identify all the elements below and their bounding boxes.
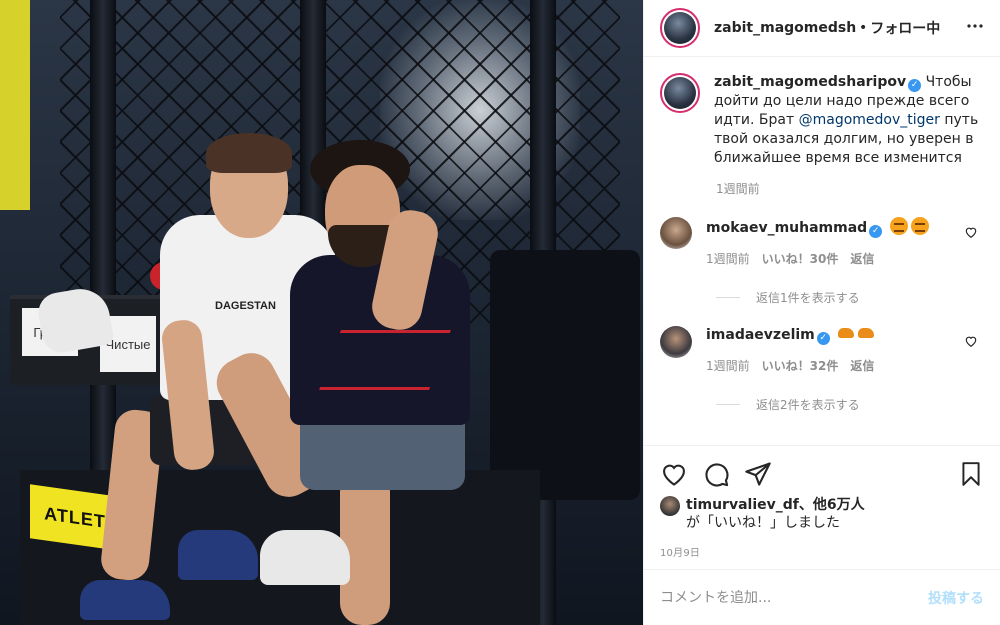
post-photo[interactable]: Грязь Чистые ATLETIC DAGESTAN [0,0,643,625]
avatar[interactable] [660,8,700,48]
comment-reply-button[interactable]: 返信 [850,250,874,267]
add-comment-bar: 投稿する [644,569,1000,625]
post-header: zabit_magomedsharipov • フォロー中 [644,0,1000,57]
comment-username[interactable]: mokaev_muhammad [706,220,867,236]
comment-time[interactable]: 1週間前 [706,357,750,374]
avatar-image [664,77,696,109]
shirt-stripe [319,330,451,390]
person-left-shoe [80,580,170,620]
liked-by-others[interactable]: 、他6万人 [799,497,865,513]
comment-item: mokaev_muhammad ✓ 1週間前 いいね！30件 返信 [660,217,984,267]
view-replies-button[interactable]: 返信2件を表示する [716,396,984,413]
tiger-emoji-icon [889,217,908,235]
yellow-wall [0,0,30,210]
replies-divider [716,297,740,298]
liked-by-text: timurvaliev_df、他6万人 が「いいね！」しました [686,496,865,532]
liked-by-username[interactable]: timurvaliev_df [686,497,799,513]
like-heart-icon[interactable] [660,460,688,488]
caption-text: zabit_magomedsharipov ✓ Чтобы дойти до це… [714,73,984,168]
follow-status-button[interactable]: フォロー中 [870,18,940,38]
avatar[interactable] [660,217,692,249]
avatar[interactable] [660,496,680,516]
verified-badge-icon: ✓ [869,225,883,238]
view-replies-button[interactable]: 返信1件を表示する [716,289,984,306]
verified-badge-icon: ✓ [908,79,922,92]
comment-body: mokaev_muhammad ✓ 1週間前 いいね！30件 返信 [706,217,984,267]
view-replies-label: 返信2件を表示する [756,398,860,412]
view-replies-label: 返信1件を表示する [756,291,860,305]
action-icons [660,454,984,494]
tiger-emoji-icon [838,328,855,338]
liked-by: timurvaliev_df、他6万人 が「いいね！」しました [660,496,984,532]
post-actions: timurvaliev_df、他6万人 が「いいね！」しました 10月9日 [644,445,1000,559]
comment-meta: 1週間前 いいね！32件 返信 [706,357,984,374]
shirt-text: DAGESTAN [215,300,276,312]
comment-like-heart-icon[interactable] [964,225,978,239]
comment-username[interactable]: imadaevzelim [706,327,815,343]
comment-like-heart-icon[interactable] [964,334,978,348]
person-left-hair [206,133,292,173]
avatar[interactable] [660,326,692,358]
comments-list[interactable]: zabit_magomedsharipov ✓ Чтобы дойти до це… [644,57,1000,445]
comment-meta: 1週間前 いいね！30件 返信 [706,250,984,267]
avatar[interactable] [660,73,700,113]
replies-divider [716,404,740,405]
separator-dot: • [859,20,868,36]
comment-line: imadaevzelim ✓ [706,326,984,345]
comment-body: imadaevzelim ✓ 1週間前 いいね！32件 返信 [706,326,984,374]
caption-mention[interactable]: @magomedov_tiger [799,112,940,128]
bookmark-icon[interactable] [958,460,984,488]
person-left-shoe [178,530,258,580]
share-paper-plane-icon[interactable] [744,460,772,488]
cage-pad [490,250,640,500]
more-options-icon[interactable] [966,17,984,40]
post-comment-button[interactable]: 投稿する [928,588,984,608]
header-username[interactable]: zabit_magomedsharipov [714,20,856,36]
tiger-emoji-icon [910,217,929,235]
comment-line: mokaev_muhammad ✓ [706,217,984,238]
verified-badge-icon: ✓ [816,332,830,345]
caption-username[interactable]: zabit_magomedsharipov [714,74,906,90]
comment-likes[interactable]: いいね！32件 [762,357,839,374]
comment-reply-button[interactable]: 返信 [850,357,874,374]
person-right-shoe [260,530,350,585]
comment-likes[interactable]: いいね！30件 [762,250,839,267]
comment-input[interactable] [660,589,928,606]
comment-item: imadaevzelim ✓ 1週間前 いいね！32件 返信 [660,326,984,374]
post-date[interactable]: 10月9日 [660,544,984,559]
caption: zabit_magomedsharipov ✓ Чтобы дойти до це… [660,73,984,168]
avatar-image [664,12,696,44]
side-panel: zabit_magomedsharipov • フォロー中 zabit_mago… [643,0,1000,625]
comment-time[interactable]: 1週間前 [706,250,750,267]
caption-time[interactable]: 1週間前 [716,180,984,197]
liked-by-suffix: が「いいね！」しました [686,515,840,531]
tiger-emoji-icon [858,328,875,338]
post-modal: Грязь Чистые ATLETIC DAGESTAN zabit_mago… [0,0,1000,625]
comment-bubble-icon[interactable] [702,460,730,488]
